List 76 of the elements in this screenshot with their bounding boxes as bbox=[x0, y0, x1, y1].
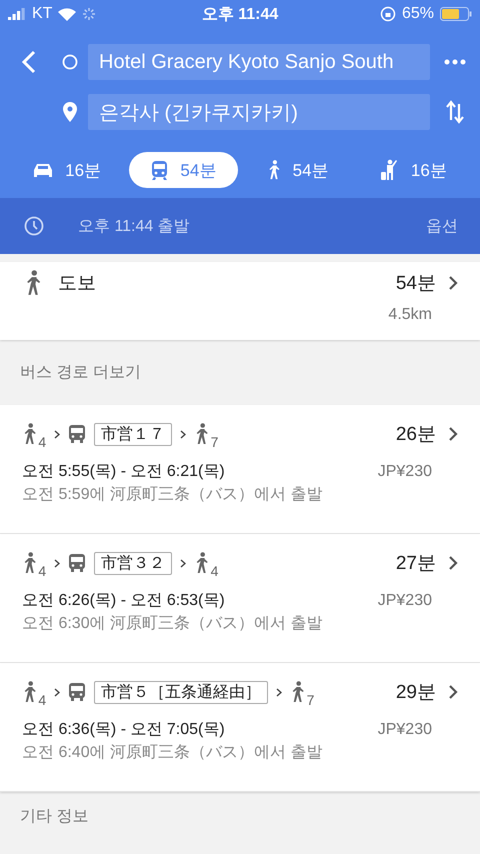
departure-time[interactable]: 오후 11:44 출발 bbox=[78, 216, 426, 236]
destination-pin-icon bbox=[63, 102, 77, 122]
chevron-right-icon bbox=[54, 430, 60, 438]
walk-minutes: 7 bbox=[210, 434, 218, 450]
bus-line-label: 市営５［五条通経由］ bbox=[94, 680, 268, 704]
chevron-right-icon bbox=[180, 558, 186, 568]
chevron-right-icon bbox=[54, 558, 60, 568]
clock-icon bbox=[24, 216, 44, 236]
travel-mode-tab[interactable]: 54분 bbox=[244, 152, 351, 188]
bus-line-label: 市営１７ bbox=[94, 422, 172, 446]
walking-person-icon bbox=[22, 681, 38, 703]
bus-route-card[interactable]: 4 市営３２ 4 27분 오전 6:26(목) - 오전 6:53(목) JP¥230 오전 6:30에 河原町三条（バス）에서 출발 bbox=[0, 534, 480, 663]
route-duration: 54분 bbox=[396, 272, 436, 296]
walking-person-icon bbox=[194, 423, 210, 445]
route-fare: JP¥230 bbox=[378, 720, 433, 738]
walk-minutes: 4 bbox=[38, 562, 46, 578]
walk-minutes: 7 bbox=[306, 692, 314, 708]
bus-line-label: 市営３２ bbox=[94, 552, 172, 574]
bus-route-card[interactable]: 4 市営１７ 7 26분 오전 5:55(목) - 오전 6:21(목) JP¥230 오전 5:59에 河原町三条（バス）에서 출발 bbox=[0, 405, 480, 534]
bus-icon bbox=[68, 424, 86, 444]
walk-minutes: 4 bbox=[38, 692, 46, 708]
walking-route-card[interactable]: 도보 54분 4.5km bbox=[0, 262, 480, 340]
section-title: 기타 정보 bbox=[19, 807, 90, 827]
walking-person-icon bbox=[24, 270, 42, 296]
walking-person-icon bbox=[266, 160, 281, 180]
route-duration: 26분 bbox=[396, 423, 436, 447]
walking-person-icon bbox=[22, 423, 38, 445]
car-icon bbox=[33, 162, 54, 178]
chevron-right-icon bbox=[448, 684, 458, 700]
signal-icon bbox=[8, 8, 26, 20]
travel-mode-tab[interactable]: 54분 bbox=[129, 152, 238, 188]
train-icon bbox=[151, 160, 168, 180]
options-button[interactable]: 옵션 bbox=[426, 216, 458, 236]
origin-field[interactable]: Hotel Gracery Kyoto Sanjo South bbox=[88, 44, 430, 80]
walking-person-icon bbox=[22, 552, 38, 574]
departure-stop: 오전 6:40에 河原町三条（バス）에서 출발 bbox=[22, 743, 324, 763]
route-fare: JP¥230 bbox=[378, 592, 433, 610]
battery-percent: 65% bbox=[402, 5, 434, 23]
bus-icon bbox=[68, 553, 86, 573]
route-times: 오전 6:26(목) - 오전 6:53(목) bbox=[22, 591, 226, 611]
back-icon[interactable] bbox=[22, 50, 36, 74]
origin-circle-icon bbox=[62, 54, 78, 70]
walking-person-icon bbox=[290, 681, 306, 703]
route-duration: 27분 bbox=[396, 552, 436, 576]
route-times: 오전 5:55(목) - 오전 6:21(목) bbox=[22, 462, 226, 482]
chevron-right-icon bbox=[54, 688, 60, 696]
departure-stop: 오전 5:59에 河原町三条（バス）에서 출발 bbox=[22, 485, 324, 505]
chevron-right-icon bbox=[448, 275, 458, 291]
walking-person-icon bbox=[194, 552, 210, 574]
walk-minutes: 4 bbox=[210, 562, 218, 578]
travel-mode-tab[interactable]: 16분 bbox=[11, 152, 124, 188]
chevron-right-icon bbox=[276, 688, 282, 696]
clock-time: 오후 11:44 bbox=[202, 4, 278, 24]
destination-field[interactable]: 은각사 (긴카쿠지카키) bbox=[88, 94, 430, 130]
bus-icon bbox=[68, 682, 86, 702]
carrier-name: KT bbox=[32, 5, 52, 23]
rotation-lock-icon bbox=[380, 6, 396, 22]
travel-mode-tab[interactable]: 16분 bbox=[356, 152, 469, 188]
loading-icon bbox=[82, 7, 96, 21]
route-duration: 29분 bbox=[396, 681, 436, 705]
chevron-right-icon bbox=[448, 426, 458, 442]
wifi-icon bbox=[58, 8, 76, 20]
chevron-right-icon bbox=[448, 555, 458, 571]
more-icon[interactable] bbox=[444, 59, 466, 65]
route-label: 도보 bbox=[58, 272, 98, 296]
chevron-right-icon bbox=[180, 430, 186, 438]
departure-stop: 오전 6:30에 河原町三条（バス）에서 출발 bbox=[22, 614, 324, 634]
route-fare: JP¥230 bbox=[378, 462, 433, 480]
section-title: 버스 경로 더보기 bbox=[19, 363, 142, 383]
swap-icon[interactable] bbox=[445, 100, 465, 124]
route-distance: 4.5km bbox=[387, 306, 433, 324]
person-hailing-icon bbox=[378, 159, 399, 181]
bus-route-card[interactable]: 4 市営５［五条通経由］ 7 29분 오전 6:36(목) - 오전 7:05(목) JP¥230 오전 6:40에 河原町三条（バス）에서 출발 bbox=[0, 663, 480, 792]
walk-minutes: 4 bbox=[38, 434, 46, 450]
route-times: 오전 6:36(목) - 오전 7:05(목) bbox=[22, 720, 226, 740]
battery-icon bbox=[440, 7, 472, 21]
